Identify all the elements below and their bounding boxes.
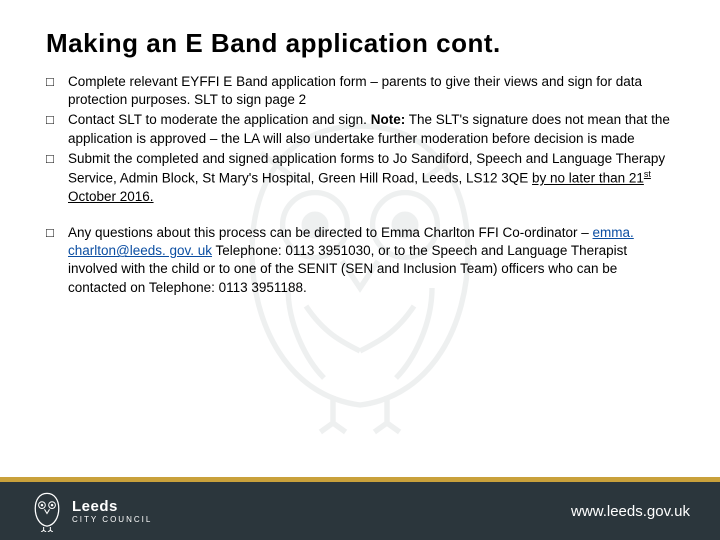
bullet-item: □Any questions about this process can be…: [46, 224, 674, 297]
footer-bar: Leeds CITY COUNCIL www.leeds.gov.uk: [0, 482, 720, 540]
bullet-item: □Complete relevant EYFFI E Band applicat…: [46, 73, 674, 109]
checkbox-icon: □: [46, 73, 68, 109]
page-title: Making an E Band application cont.: [46, 28, 674, 59]
footer: Leeds CITY COUNCIL www.leeds.gov.uk: [0, 477, 720, 540]
bullet-item: □Submit the completed and signed applica…: [46, 150, 674, 206]
footer-url: www.leeds.gov.uk: [571, 503, 690, 520]
owl-logo-icon: [30, 490, 64, 532]
bullet-list: □Complete relevant EYFFI E Band applicat…: [46, 73, 674, 297]
bullet-text: Complete relevant EYFFI E Band applicati…: [68, 73, 674, 109]
bullet-text: Submit the completed and signed applicat…: [68, 150, 674, 206]
checkbox-icon: □: [46, 150, 68, 206]
checkbox-icon: □: [46, 224, 68, 297]
bullet-item: □Contact SLT to moderate the application…: [46, 111, 674, 147]
bullet-text: Contact SLT to moderate the application …: [68, 111, 674, 147]
logo-council: CITY COUNCIL: [72, 516, 152, 524]
logo-city: Leeds: [72, 499, 152, 514]
checkbox-icon: □: [46, 111, 68, 147]
bullet-text: Any questions about this process can be …: [68, 224, 674, 297]
logo: Leeds CITY COUNCIL: [30, 490, 152, 532]
